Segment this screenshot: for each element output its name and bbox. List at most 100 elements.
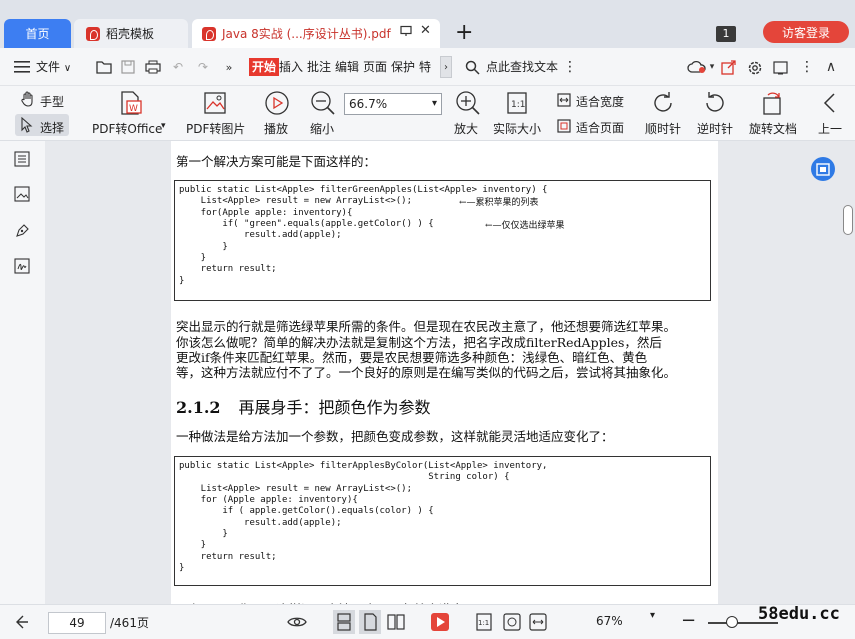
menu-file[interactable]: 文件 ∨ bbox=[36, 48, 71, 86]
rotate-document-label[interactable]: 旋转文档 bbox=[749, 120, 797, 137]
print-icon[interactable] bbox=[145, 59, 161, 75]
share-icon[interactable] bbox=[720, 59, 736, 75]
zoom-minus-icon[interactable]: − bbox=[681, 610, 696, 631]
actual-size-icon[interactable]: 1:1 bbox=[506, 91, 528, 118]
signature-icon[interactable] bbox=[14, 258, 32, 276]
code-block-green-apples: public static List<Apple> filterGreenApp… bbox=[174, 180, 711, 301]
previous-page-label[interactable]: 上一 bbox=[818, 120, 842, 137]
svg-text:W: W bbox=[129, 104, 138, 114]
menu-annotate[interactable]: 批注 bbox=[307, 48, 331, 86]
menu-file-label: 文件 bbox=[36, 60, 61, 74]
single-page-icon[interactable] bbox=[359, 610, 381, 634]
hand-tool-label[interactable]: 手型 bbox=[40, 93, 64, 110]
tab-home-label: 首页 bbox=[25, 27, 50, 41]
hand-icon[interactable] bbox=[20, 91, 36, 110]
code-line: for(Apple apple: inventory){ bbox=[179, 208, 353, 218]
previous-page-icon[interactable] bbox=[14, 614, 30, 633]
cloud-sync-icon[interactable] bbox=[686, 59, 708, 75]
code-line: } bbox=[179, 276, 185, 286]
fit-window-icon[interactable] bbox=[503, 613, 521, 634]
rotate-document-icon[interactable] bbox=[759, 90, 785, 119]
fit-page-icon[interactable] bbox=[557, 119, 571, 136]
zoom-percentage[interactable]: 67% bbox=[596, 614, 623, 628]
code-line: } bbox=[179, 529, 228, 539]
pdf-file-icon bbox=[202, 26, 216, 41]
continuous-page-icon[interactable] bbox=[333, 610, 355, 634]
gear-icon[interactable] bbox=[746, 59, 763, 76]
bookmark-pen-icon[interactable] bbox=[14, 223, 32, 241]
code-line: } bbox=[179, 242, 228, 252]
search-text-button[interactable]: 点此查找文本 bbox=[486, 48, 558, 86]
fit-page-label[interactable]: 适合页面 bbox=[576, 119, 624, 136]
outline-list-icon[interactable] bbox=[14, 151, 32, 169]
zoom-level-select[interactable]: 66.7% bbox=[344, 93, 442, 115]
play-slideshow-icon[interactable] bbox=[431, 613, 449, 634]
redo-icon[interactable]: ↷ bbox=[195, 59, 211, 75]
pdf-to-image-icon[interactable] bbox=[202, 90, 228, 119]
menu-insert[interactable]: 插入 bbox=[279, 48, 303, 86]
new-tab-plus-icon[interactable]: + bbox=[455, 20, 473, 45]
menu-scroll-right-icon[interactable]: › bbox=[440, 56, 452, 78]
menu-page[interactable]: 页面 bbox=[363, 48, 387, 86]
thumbnail-image-icon[interactable] bbox=[14, 186, 32, 204]
pdf-to-office-icon[interactable]: W bbox=[117, 90, 143, 119]
paragraph-line: 等，这种方法就应付不了了。一个良好的原则是在编写类似的代码之后，尝试将其抽象化。 bbox=[176, 365, 677, 380]
more-vertical-icon[interactable]: ⋮ bbox=[563, 48, 577, 86]
page-number-input[interactable]: 49 bbox=[48, 612, 106, 634]
document-viewport[interactable]: 第一个解决方案可能是下面这样的： public static List<Appl… bbox=[45, 141, 855, 604]
chevron-left-icon[interactable] bbox=[822, 92, 836, 117]
code-line: for (Apple apple: inventory){ bbox=[179, 495, 358, 505]
menu-bar: 文件 ∨ ↶ ↷ » 开始 插入 批注 编辑 页面 保护 特色 › 点此查找文本… bbox=[0, 48, 855, 86]
code-line: List<Apple> result = new ArrayList<>(); bbox=[179, 484, 412, 494]
vertical-scrollbar-thumb[interactable] bbox=[843, 205, 853, 235]
actual-size-icon[interactable]: 1:1 bbox=[476, 613, 492, 634]
zoom-in-icon[interactable] bbox=[455, 90, 481, 119]
open-folder-icon[interactable] bbox=[95, 59, 113, 75]
tab-home[interactable]: 首页 bbox=[4, 19, 71, 48]
collapse-ribbon-icon[interactable]: ∧ bbox=[822, 59, 840, 75]
undo-icon[interactable]: ↶ bbox=[170, 59, 186, 75]
more-options-icon[interactable]: ⋮ bbox=[800, 48, 814, 86]
eye-icon[interactable] bbox=[287, 614, 307, 633]
page-total-label: /461页 bbox=[110, 616, 149, 630]
hamburger-menu-icon[interactable] bbox=[14, 60, 30, 74]
zoom-out-label[interactable]: 缩小 bbox=[310, 120, 334, 137]
play-label[interactable]: 播放 bbox=[264, 120, 288, 137]
fit-width-icon[interactable] bbox=[557, 93, 571, 110]
play-icon[interactable] bbox=[264, 90, 290, 119]
menu-edit[interactable]: 编辑 bbox=[335, 48, 359, 86]
tab-template[interactable]: 稻壳模板 bbox=[74, 19, 188, 48]
tab-pdf-document[interactable]: Java 8实战 (...序设计丛书).pdf ✕ bbox=[192, 19, 440, 48]
zoom-slider-knob[interactable] bbox=[726, 616, 738, 628]
chevron-down-icon[interactable]: ▾ bbox=[708, 61, 716, 73]
menu-start[interactable]: 开始 bbox=[249, 58, 280, 76]
fit-width-label[interactable]: 适合宽度 bbox=[576, 93, 624, 110]
screen-icon[interactable] bbox=[400, 25, 412, 41]
guest-login-button[interactable]: 访客登录 bbox=[763, 21, 849, 43]
rotate-counterclockwise-label[interactable]: 逆时针 bbox=[697, 120, 733, 137]
rotate-clockwise-label[interactable]: 顺时针 bbox=[645, 120, 681, 137]
menu-special[interactable]: 特色 bbox=[419, 48, 439, 86]
rotate-clockwise-icon[interactable] bbox=[650, 90, 676, 119]
chevron-down-icon[interactable]: ▾ bbox=[650, 610, 655, 621]
double-page-icon[interactable] bbox=[385, 610, 407, 634]
actual-size-label[interactable]: 实际大小 bbox=[493, 120, 541, 137]
code-line: result.add(apple); bbox=[179, 518, 342, 528]
close-tab-icon[interactable]: ✕ bbox=[420, 23, 431, 38]
more-arrows-icon[interactable]: » bbox=[222, 59, 236, 75]
search-icon bbox=[464, 59, 480, 75]
rotate-counterclockwise-icon[interactable] bbox=[702, 90, 728, 119]
window-count-badge[interactable]: 1 bbox=[716, 26, 736, 42]
zoom-out-icon[interactable] bbox=[310, 90, 336, 119]
floating-tool-button[interactable] bbox=[811, 157, 835, 181]
code-line: } bbox=[179, 253, 207, 263]
window-mode-icon[interactable] bbox=[772, 59, 789, 76]
tab-template-label: 稻壳模板 bbox=[106, 27, 155, 41]
fit-width-icon[interactable] bbox=[529, 613, 547, 634]
zoom-in-label[interactable]: 放大 bbox=[454, 120, 478, 137]
chevron-down-icon[interactable]: ▾ bbox=[161, 121, 166, 131]
save-icon[interactable] bbox=[120, 59, 136, 75]
pdf-to-office-label[interactable]: PDF转Office bbox=[92, 120, 162, 137]
pdf-to-image-label[interactable]: PDF转图片 bbox=[186, 120, 245, 137]
menu-protect[interactable]: 保护 bbox=[391, 48, 415, 86]
